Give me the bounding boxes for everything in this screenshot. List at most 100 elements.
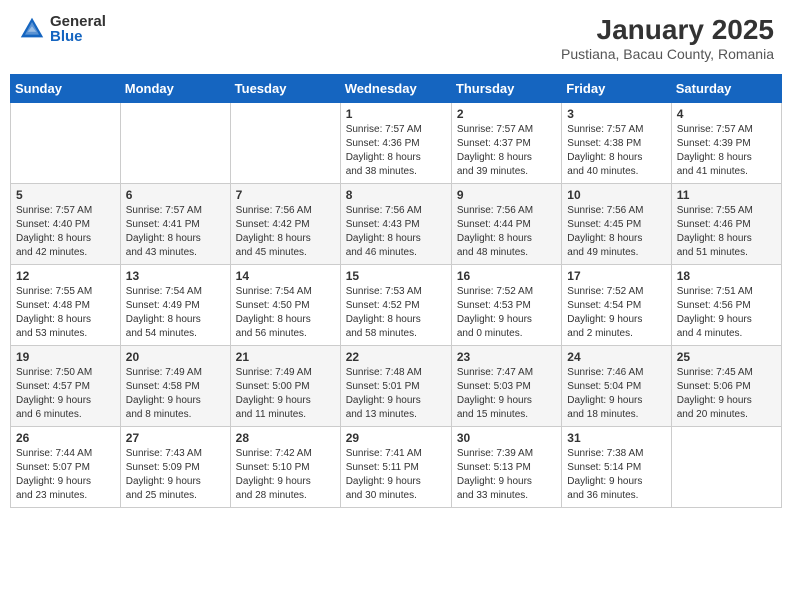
day-number: 30 — [457, 431, 556, 445]
day-info: Sunrise: 7:56 AM Sunset: 4:43 PM Dayligh… — [346, 204, 446, 260]
day-number: 6 — [126, 188, 225, 202]
calendar-day-cell: 1 Sunrise: 7:57 AM Sunset: 4:36 PM Daylig… — [340, 103, 451, 184]
calendar-week-row: 12 Sunrise: 7:55 AM Sunset: 4:48 PM Dayli… — [11, 265, 782, 346]
calendar-day-cell: 9Sunrise: 7:56 AM Sunset: 4:44 PM Daylig… — [451, 184, 561, 265]
logo: General Blue — [18, 14, 106, 44]
calendar-title: January 2025 — [561, 14, 774, 46]
calendar-table: SundayMondayTuesdayWednesdayThursdayFrid… — [10, 74, 782, 508]
day-number: 3 — [567, 107, 665, 121]
day-info: Sunrise: 7:39 AM Sunset: 5:13 PM Dayligh… — [457, 447, 556, 503]
day-number: 24 — [567, 350, 665, 364]
calendar-week-row: 5 Sunrise: 7:57 AM Sunset: 4:40 PM Daylig… — [11, 184, 782, 265]
day-info: Sunrise: 7:53 AM Sunset: 4:52 PM Dayligh… — [346, 285, 446, 341]
day-info: Sunrise: 7:41 AM Sunset: 5:11 PM Dayligh… — [346, 447, 446, 503]
day-number: 22 — [346, 350, 446, 364]
empty-cell — [671, 427, 781, 508]
calendar-day-cell: 14Sunrise: 7:54 AM Sunset: 4:50 PM Dayli… — [230, 265, 340, 346]
day-info: Sunrise: 7:50 AM Sunset: 4:57 PM Dayligh… — [16, 366, 115, 422]
day-info: Sunrise: 7:54 AM Sunset: 4:49 PM Dayligh… — [126, 285, 225, 341]
logo-text: General Blue — [50, 14, 106, 44]
day-number: 20 — [126, 350, 225, 364]
day-number: 2 — [457, 107, 556, 121]
day-number: 26 — [16, 431, 115, 445]
day-info: Sunrise: 7:51 AM Sunset: 4:56 PM Dayligh… — [677, 285, 776, 341]
calendar-day-cell: 17 Sunrise: 7:52 AM Sunset: 4:54 PM Dayli… — [562, 265, 671, 346]
day-info: Sunrise: 7:57 AM Sunset: 4:41 PM Dayligh… — [126, 204, 225, 260]
calendar-day-cell: 21Sunrise: 7:49 AM Sunset: 5:00 PM Dayli… — [230, 346, 340, 427]
day-info: Sunrise: 7:54 AM Sunset: 4:50 PM Dayligh… — [236, 285, 335, 341]
calendar-day-cell: 25Sunrise: 7:45 AM Sunset: 5:06 PM Dayli… — [671, 346, 781, 427]
calendar-day-cell: 15 Sunrise: 7:53 AM Sunset: 4:52 PM Dayli… — [340, 265, 451, 346]
column-header-friday: Friday — [562, 75, 671, 103]
day-number: 27 — [126, 431, 225, 445]
calendar-week-row: 19 Sunrise: 7:50 AM Sunset: 4:57 PM Dayli… — [11, 346, 782, 427]
day-number: 10 — [567, 188, 665, 202]
calendar-day-cell: 7Sunrise: 7:56 AM Sunset: 4:42 PM Daylig… — [230, 184, 340, 265]
day-info: Sunrise: 7:57 AM Sunset: 4:36 PM Dayligh… — [346, 123, 446, 179]
calendar-day-cell: 13 Sunrise: 7:54 AM Sunset: 4:49 PM Dayli… — [120, 265, 230, 346]
day-info: Sunrise: 7:49 AM Sunset: 5:00 PM Dayligh… — [236, 366, 335, 422]
calendar-day-cell: 5 Sunrise: 7:57 AM Sunset: 4:40 PM Daylig… — [11, 184, 121, 265]
calendar-day-cell: 3 Sunrise: 7:57 AM Sunset: 4:38 PM Daylig… — [562, 103, 671, 184]
day-info: Sunrise: 7:48 AM Sunset: 5:01 PM Dayligh… — [346, 366, 446, 422]
calendar-day-cell: 20 Sunrise: 7:49 AM Sunset: 4:58 PM Dayli… — [120, 346, 230, 427]
calendar-day-cell: 24 Sunrise: 7:46 AM Sunset: 5:04 PM Dayli… — [562, 346, 671, 427]
empty-cell — [11, 103, 121, 184]
day-number: 15 — [346, 269, 446, 283]
title-block: January 2025 Pustiana, Bacau County, Rom… — [561, 14, 774, 62]
calendar-day-cell: 16Sunrise: 7:52 AM Sunset: 4:53 PM Dayli… — [451, 265, 561, 346]
calendar-day-cell: 8Sunrise: 7:56 AM Sunset: 4:43 PM Daylig… — [340, 184, 451, 265]
day-info: Sunrise: 7:52 AM Sunset: 4:53 PM Dayligh… — [457, 285, 556, 341]
calendar-day-cell: 28 Sunrise: 7:42 AM Sunset: 5:10 PM Dayli… — [230, 427, 340, 508]
day-number: 12 — [16, 269, 115, 283]
calendar-day-cell: 11Sunrise: 7:55 AM Sunset: 4:46 PM Dayli… — [671, 184, 781, 265]
day-info: Sunrise: 7:46 AM Sunset: 5:04 PM Dayligh… — [567, 366, 665, 422]
day-number: 17 — [567, 269, 665, 283]
day-number: 31 — [567, 431, 665, 445]
logo-general-text: General — [50, 14, 106, 29]
day-number: 13 — [126, 269, 225, 283]
day-info: Sunrise: 7:56 AM Sunset: 4:45 PM Dayligh… — [567, 204, 665, 260]
day-number: 29 — [346, 431, 446, 445]
day-info: Sunrise: 7:49 AM Sunset: 4:58 PM Dayligh… — [126, 366, 225, 422]
day-info: Sunrise: 7:52 AM Sunset: 4:54 PM Dayligh… — [567, 285, 665, 341]
day-number: 5 — [16, 188, 115, 202]
empty-cell — [120, 103, 230, 184]
calendar-day-cell: 12 Sunrise: 7:55 AM Sunset: 4:48 PM Dayli… — [11, 265, 121, 346]
day-info: Sunrise: 7:44 AM Sunset: 5:07 PM Dayligh… — [16, 447, 115, 503]
calendar-day-cell: 18 Sunrise: 7:51 AM Sunset: 4:56 PM Dayli… — [671, 265, 781, 346]
calendar-day-cell: 2 Sunrise: 7:57 AM Sunset: 4:37 PM Daylig… — [451, 103, 561, 184]
calendar-day-cell: 22 Sunrise: 7:48 AM Sunset: 5:01 PM Dayli… — [340, 346, 451, 427]
calendar-day-cell: 10 Sunrise: 7:56 AM Sunset: 4:45 PM Dayli… — [562, 184, 671, 265]
day-info: Sunrise: 7:57 AM Sunset: 4:39 PM Dayligh… — [677, 123, 776, 179]
calendar-day-cell: 27 Sunrise: 7:43 AM Sunset: 5:09 PM Dayli… — [120, 427, 230, 508]
calendar-day-cell: 26 Sunrise: 7:44 AM Sunset: 5:07 PM Dayli… — [11, 427, 121, 508]
day-number: 7 — [236, 188, 335, 202]
column-header-wednesday: Wednesday — [340, 75, 451, 103]
day-info: Sunrise: 7:57 AM Sunset: 4:40 PM Dayligh… — [16, 204, 115, 260]
day-info: Sunrise: 7:43 AM Sunset: 5:09 PM Dayligh… — [126, 447, 225, 503]
calendar-day-cell: 29 Sunrise: 7:41 AM Sunset: 5:11 PM Dayli… — [340, 427, 451, 508]
empty-cell — [230, 103, 340, 184]
day-info: Sunrise: 7:55 AM Sunset: 4:46 PM Dayligh… — [677, 204, 776, 260]
day-info: Sunrise: 7:42 AM Sunset: 5:10 PM Dayligh… — [236, 447, 335, 503]
day-info: Sunrise: 7:55 AM Sunset: 4:48 PM Dayligh… — [16, 285, 115, 341]
logo-icon — [18, 15, 46, 43]
day-number: 1 — [346, 107, 446, 121]
day-info: Sunrise: 7:57 AM Sunset: 4:37 PM Dayligh… — [457, 123, 556, 179]
column-header-thursday: Thursday — [451, 75, 561, 103]
page-header: General Blue January 2025 Pustiana, Baca… — [10, 10, 782, 66]
day-number: 4 — [677, 107, 776, 121]
day-number: 28 — [236, 431, 335, 445]
day-number: 18 — [677, 269, 776, 283]
day-info: Sunrise: 7:57 AM Sunset: 4:38 PM Dayligh… — [567, 123, 665, 179]
calendar-subtitle: Pustiana, Bacau County, Romania — [561, 46, 774, 62]
calendar-week-row: 1 Sunrise: 7:57 AM Sunset: 4:36 PM Daylig… — [11, 103, 782, 184]
calendar-day-cell: 23Sunrise: 7:47 AM Sunset: 5:03 PM Dayli… — [451, 346, 561, 427]
column-header-monday: Monday — [120, 75, 230, 103]
day-number: 9 — [457, 188, 556, 202]
day-number: 19 — [16, 350, 115, 364]
logo-blue-text: Blue — [50, 29, 106, 44]
day-info: Sunrise: 7:47 AM Sunset: 5:03 PM Dayligh… — [457, 366, 556, 422]
day-info: Sunrise: 7:38 AM Sunset: 5:14 PM Dayligh… — [567, 447, 665, 503]
